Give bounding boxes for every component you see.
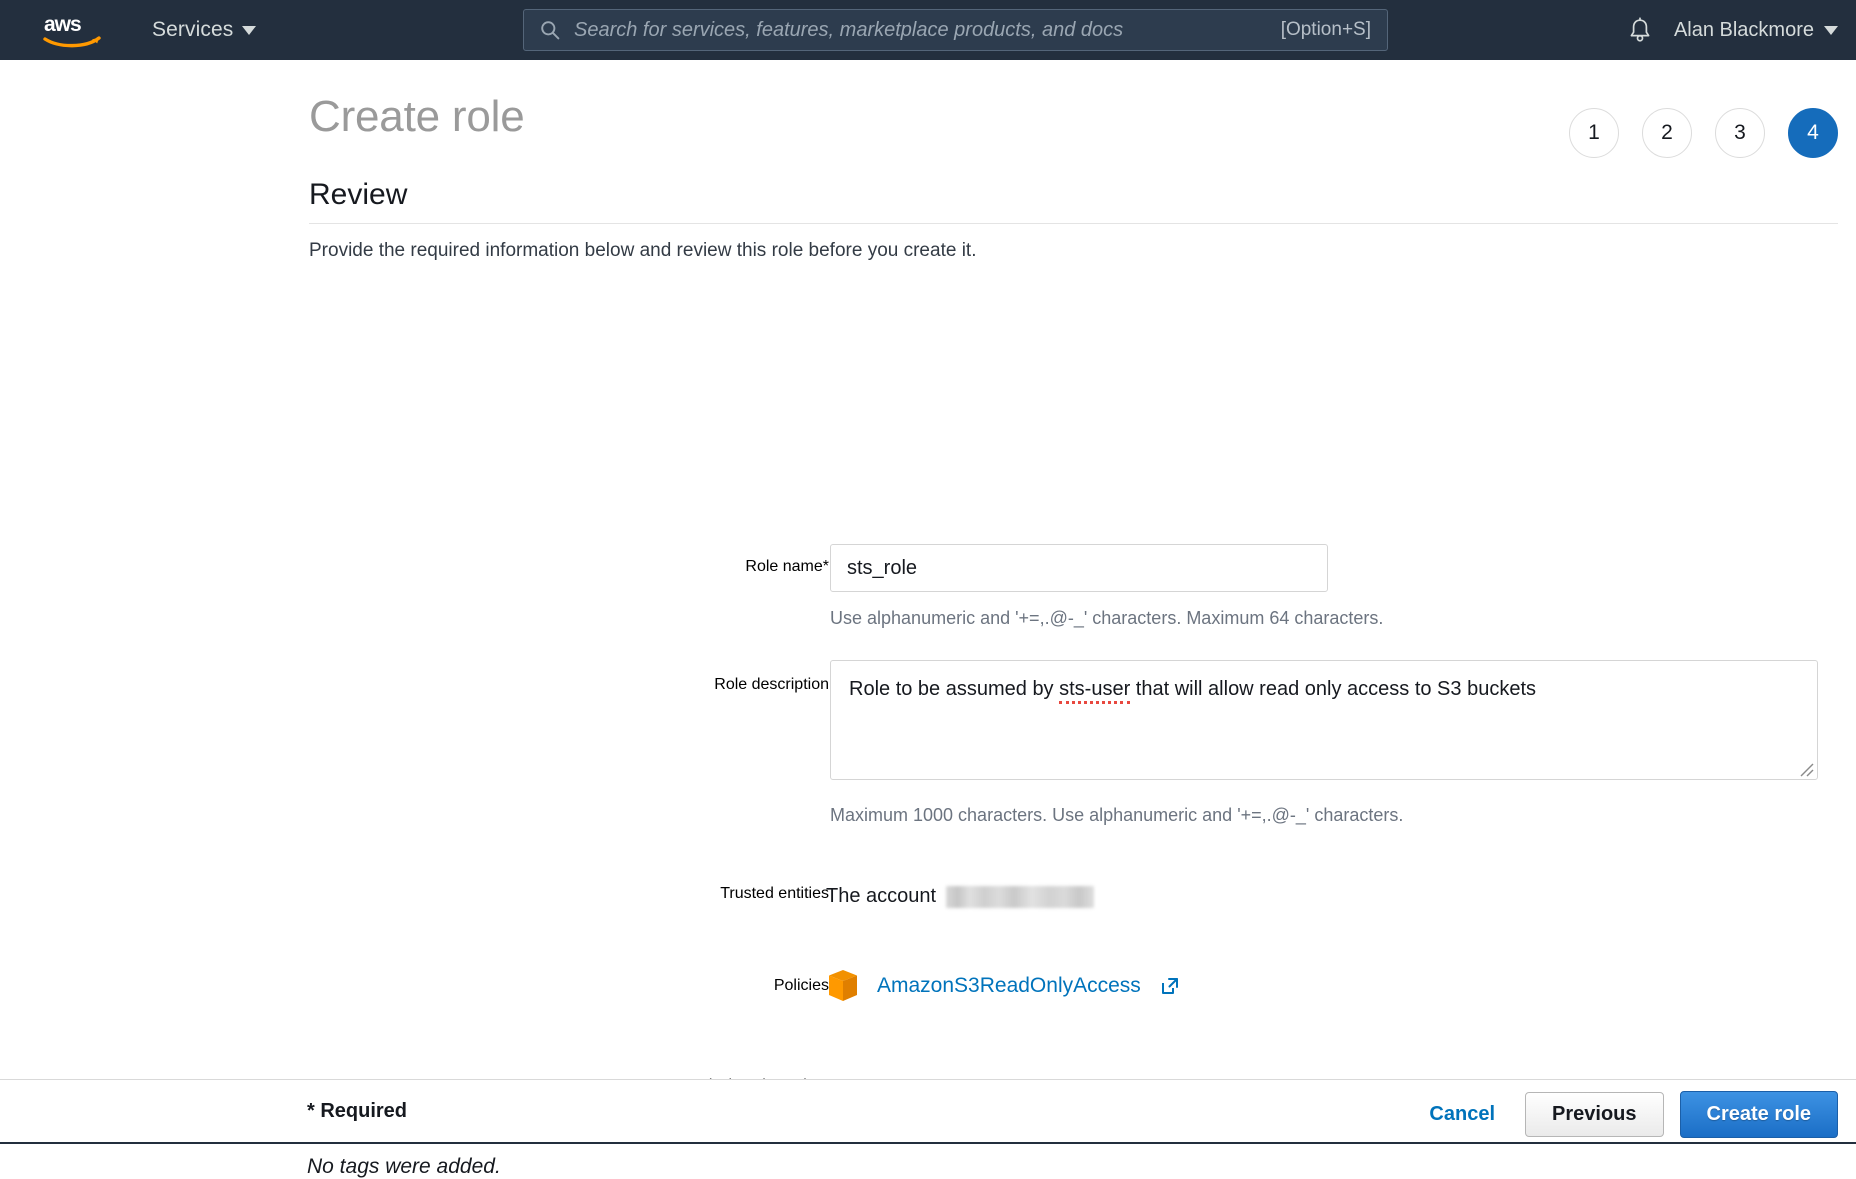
role-name-hint: Use alphanumeric and '+=,.@-_' character… bbox=[830, 608, 1383, 629]
redacted-account-id bbox=[946, 886, 1094, 908]
user-menu[interactable]: Alan Blackmore bbox=[1674, 19, 1838, 42]
previous-button[interactable]: Previous bbox=[1525, 1092, 1663, 1137]
search-icon bbox=[540, 20, 560, 40]
search-shortcut-hint: [Option+S] bbox=[1281, 19, 1371, 41]
trusted-entities-value: The account bbox=[826, 885, 1094, 908]
role-description-text-before: Role to be assumed by bbox=[849, 678, 1059, 700]
step-2[interactable]: 2 bbox=[1642, 108, 1692, 158]
required-note: * Required bbox=[307, 1100, 407, 1123]
policies-value: AmazonS3ReadOnlyAccess bbox=[826, 968, 1180, 1004]
role-name-label: Role name* bbox=[309, 558, 829, 576]
trusted-entities-label: Trusted entities bbox=[309, 885, 829, 903]
services-menu[interactable]: Services bbox=[152, 18, 256, 42]
section-divider bbox=[309, 223, 1838, 224]
role-description-misspelled-word: sts-user bbox=[1059, 678, 1130, 704]
search-input[interactable]: Search for services, features, marketpla… bbox=[523, 9, 1388, 51]
cancel-button[interactable]: Cancel bbox=[1415, 1103, 1509, 1126]
role-description-label: Role description bbox=[309, 676, 829, 694]
role-name-input[interactable] bbox=[830, 544, 1328, 592]
footer-bar: * Required Cancel Previous Create role bbox=[0, 1080, 1856, 1144]
step-3[interactable]: 3 bbox=[1715, 108, 1765, 158]
aws-logo[interactable]: aws bbox=[42, 10, 104, 50]
create-role-button[interactable]: Create role bbox=[1680, 1091, 1839, 1138]
chevron-down-icon bbox=[242, 26, 256, 35]
step-1[interactable]: 1 bbox=[1569, 108, 1619, 158]
nav-right-group: Alan Blackmore bbox=[1628, 0, 1838, 60]
top-navigation-bar: aws Services Search for services, featur… bbox=[0, 0, 1856, 60]
services-menu-label: Services bbox=[152, 18, 233, 42]
search-placeholder: Search for services, features, marketpla… bbox=[574, 19, 1281, 42]
page-intro-text: Provide the required information below a… bbox=[309, 240, 976, 262]
page-header: Create role 1 2 3 4 bbox=[309, 92, 1838, 172]
tags-empty-message: No tags were added. bbox=[307, 1155, 501, 1179]
step-indicator: 1 2 3 4 bbox=[1569, 108, 1838, 158]
page-body: Create role 1 2 3 4 Review Provide the r… bbox=[0, 60, 1856, 1079]
external-link-icon[interactable] bbox=[1160, 976, 1180, 996]
chevron-down-icon bbox=[1824, 26, 1838, 35]
role-description-text[interactable]: Role to be assumed by sts-user that will… bbox=[830, 660, 1818, 780]
resize-grip-icon[interactable] bbox=[1796, 759, 1814, 777]
notification-bell-icon[interactable] bbox=[1628, 17, 1652, 43]
policies-label: Policies bbox=[309, 977, 829, 995]
svg-text:aws: aws bbox=[44, 13, 81, 36]
section-title: Review bbox=[309, 178, 407, 212]
policy-link-amazons3readonlyaccess[interactable]: AmazonS3ReadOnlyAccess bbox=[877, 974, 1141, 998]
user-menu-label: Alan Blackmore bbox=[1674, 19, 1814, 42]
role-description-textarea[interactable]: Role to be assumed by sts-user that will… bbox=[830, 660, 1818, 780]
footer-actions: Cancel Previous Create role bbox=[1415, 1091, 1838, 1138]
trusted-entities-prefix: The account bbox=[826, 885, 936, 908]
role-description-text-after: that will allow read only access to S3 b… bbox=[1130, 678, 1536, 700]
aws-logo-icon: aws bbox=[42, 10, 104, 50]
policy-cube-icon bbox=[826, 968, 860, 1004]
role-description-hint: Maximum 1000 characters. Use alphanumeri… bbox=[830, 805, 1403, 826]
step-4[interactable]: 4 bbox=[1788, 108, 1838, 158]
